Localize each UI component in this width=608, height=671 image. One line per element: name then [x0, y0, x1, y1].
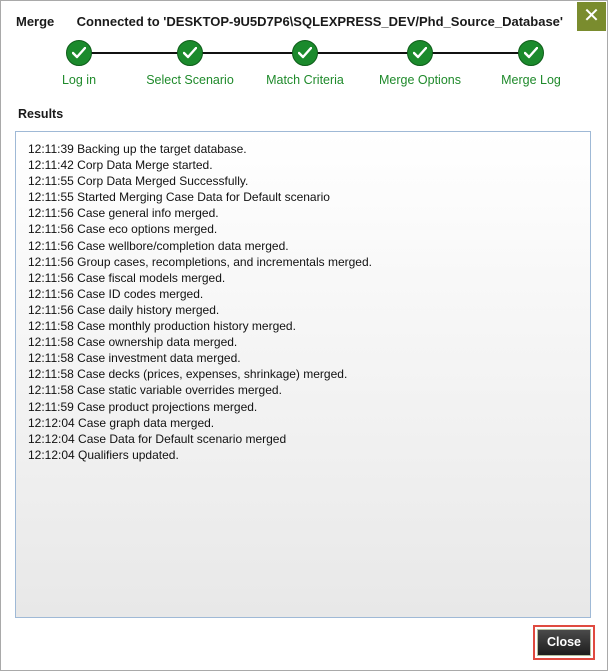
step-complete-check-icon: [177, 40, 203, 66]
log-line: 12:12:04 Case graph data merged.: [28, 415, 215, 430]
log-line: 12:11:56 Case fiscal models merged.: [28, 270, 226, 285]
step-select-scenario: Select Scenario: [130, 39, 250, 87]
log-line: 12:11:58 Case decks (prices, expenses, s…: [28, 367, 348, 382]
log-line: 12:12:04 Case Data for Default scenario …: [28, 431, 287, 446]
wizard-stepper: Log in Select Scenario Match Criteria Merge…: [1, 39, 607, 91]
merge-dialog: Merge Connected to 'DESKTOP-9U5D7P6\SQLE…: [0, 0, 608, 671]
log-line: 12:11:58 Case ownership data merged.: [28, 335, 238, 350]
log-line: 12:11:56 Case wellbore/completion data m…: [28, 238, 289, 253]
log-line: 12:11:55 Corp Data Merged Successfully.: [28, 174, 249, 189]
step-complete-check-icon: [407, 40, 433, 66]
step-label: Merge Options: [379, 73, 461, 87]
log-line: 12:11:58 Case static variable overrides …: [28, 383, 282, 398]
step-label: Match Criteria: [266, 73, 344, 87]
close-button-highlight[interactable]: Close: [533, 625, 595, 660]
step-label: Log in: [61, 73, 97, 87]
log-line: 12:11:55 Started Merging Case Data for D…: [28, 190, 330, 205]
step-match-criteria: Match Criteria: [245, 39, 365, 87]
results-log[interactable]: 12:11:39 Backing up the target database.…: [15, 131, 591, 618]
step-complete-check-icon: [292, 40, 318, 66]
dialog-title: Merge: [16, 14, 55, 29]
close-button[interactable]: Close: [537, 629, 591, 656]
step-complete-check-icon: [66, 40, 92, 66]
step-log-in: Log in: [19, 39, 139, 87]
log-line: 12:11:56 Case eco options merged.: [28, 222, 218, 237]
log-line: 12:11:56 Group cases, recompletions, and…: [28, 254, 372, 269]
log-line: 12:11:39 Backing up the target database.: [28, 142, 247, 156]
step-complete-check-icon: [518, 40, 544, 66]
log-line: 12:11:59 Case product projections merged…: [28, 399, 258, 414]
log-line: 12:12:04 Qualifiers updated.: [28, 447, 179, 462]
log-line: 12:11:56 Case ID codes merged.: [28, 286, 204, 301]
log-line: 12:11:56 Case daily history merged.: [28, 302, 220, 317]
step-label: Merge Log: [501, 73, 561, 87]
step-label: Select Scenario: [146, 73, 234, 87]
step-merge-log: Merge Log: [471, 39, 591, 87]
log-line: 12:11:58 Case monthly production history…: [28, 319, 296, 334]
results-label: Results: [18, 107, 64, 121]
log-line: 12:11:56 Case general info merged.: [28, 206, 219, 221]
step-merge-options: Merge Options: [360, 39, 480, 87]
log-line: 12:11:42 Corp Data Merge started.: [28, 158, 213, 173]
connection-status: Connected to 'DESKTOP-9U5D7P6\SQLEXPRESS…: [76, 14, 563, 29]
close-icon[interactable]: ✕: [577, 2, 606, 31]
log-line: 12:11:58 Case investment data merged.: [28, 351, 241, 366]
